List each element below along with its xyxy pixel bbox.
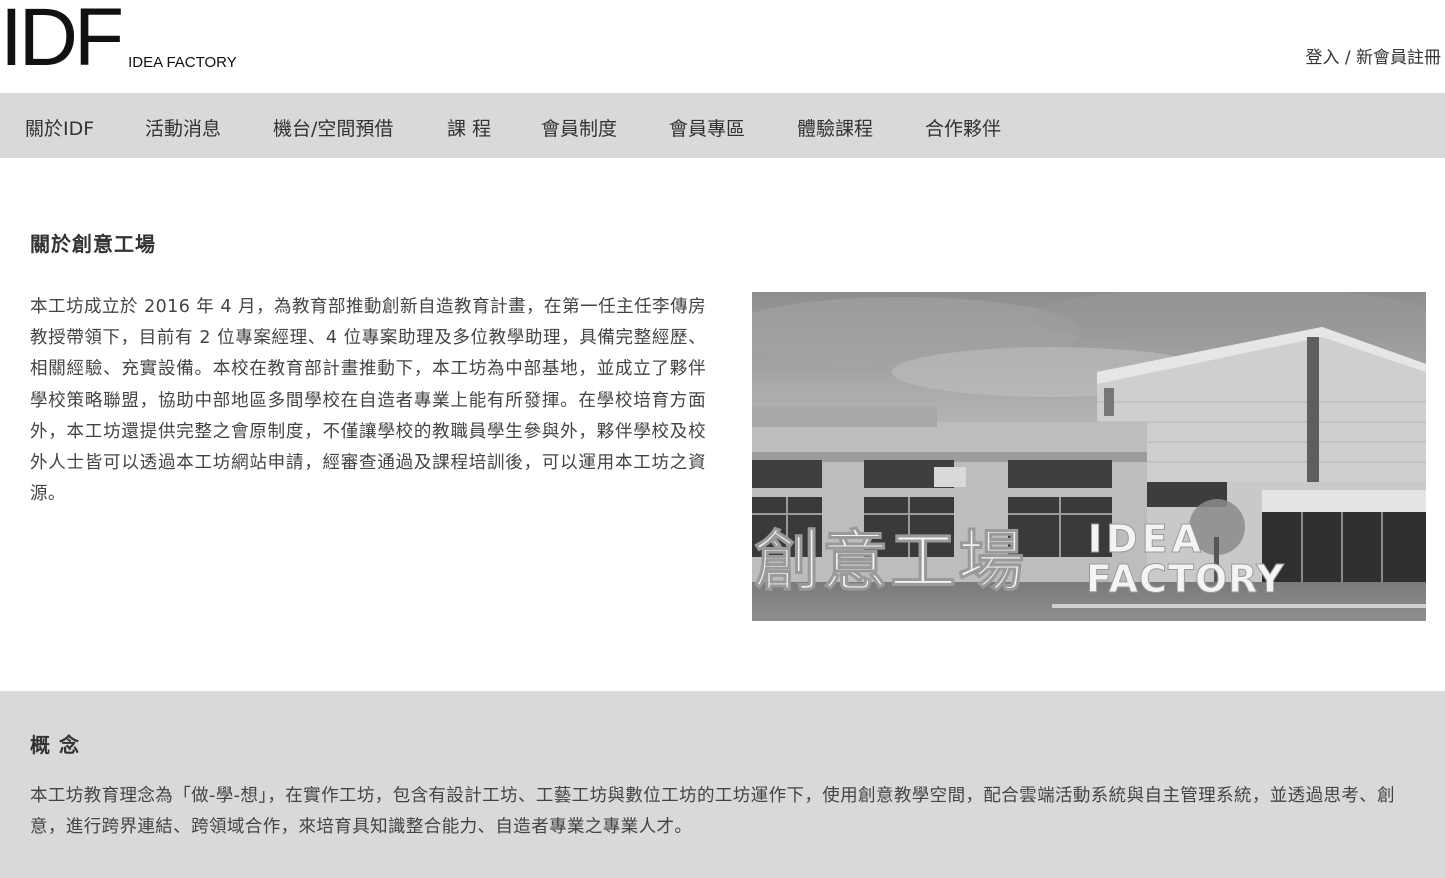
concept-title: 概 念 [30,733,80,757]
main-nav: 關於IDF 活動消息 機台/空間預借 課 程 會員制度 會員專區 體驗課程 合作… [0,93,1445,158]
sign-chinese-text: 創意工場 [754,523,1026,600]
about-title: 關於創意工場 [30,232,156,256]
about-section: 關於創意工場 本工坊成立於 2016 年 4 月，為教育部推動創新自造教育計畫，… [0,158,1445,691]
about-body: 本工坊成立於 2016 年 4 月，為教育部推動創新自造教育計畫，在第一任主任李… [30,297,706,505]
sign-english-idea: IDEA [1088,517,1205,561]
site-header: IDF IDEA FACTORY 登入 / 新會員註冊 [0,0,1445,93]
nav-item-partners[interactable]: 合作夥伴 [925,114,1001,141]
nav-item-membership[interactable]: 會員制度 [541,114,617,141]
auth-links: 登入 / 新會員註冊 [1305,43,1441,68]
auth-separator: / [1339,48,1356,68]
concept-section: 概 念 本工坊教育理念為「做-學-想」，在實作工坊，包含有設計工坊、工藝工坊與數… [0,691,1445,878]
register-link[interactable]: 新會員註冊 [1356,48,1441,68]
logo-subtitle: IDEA FACTORY [128,54,237,71]
site-logo[interactable]: IDF IDEA FACTORY [0,0,237,80]
nav-item-member-area[interactable]: 會員專區 [669,114,745,141]
nav-item-about-idf[interactable]: 關於IDF [25,114,94,141]
logo-wordmark: IDF [0,0,124,83]
nav-item-news[interactable]: 活動消息 [145,114,221,141]
nav-item-booking[interactable]: 機台/空間預借 [273,114,393,141]
factory-photo: 創意工場 IDEA FACTORY [752,292,1426,621]
concept-body: 本工坊教育理念為「做-學-想」，在實作工坊，包含有設計工坊、工藝工坊與數位工坊的… [30,786,1396,837]
login-link[interactable]: 登入 [1305,48,1339,68]
nav-item-experience-courses[interactable]: 體驗課程 [797,114,873,141]
sign-english-factory: FACTORY [1086,557,1285,601]
nav-item-courses[interactable]: 課 程 [447,114,491,141]
factory-building-illustration: 創意工場 IDEA FACTORY [752,292,1426,621]
